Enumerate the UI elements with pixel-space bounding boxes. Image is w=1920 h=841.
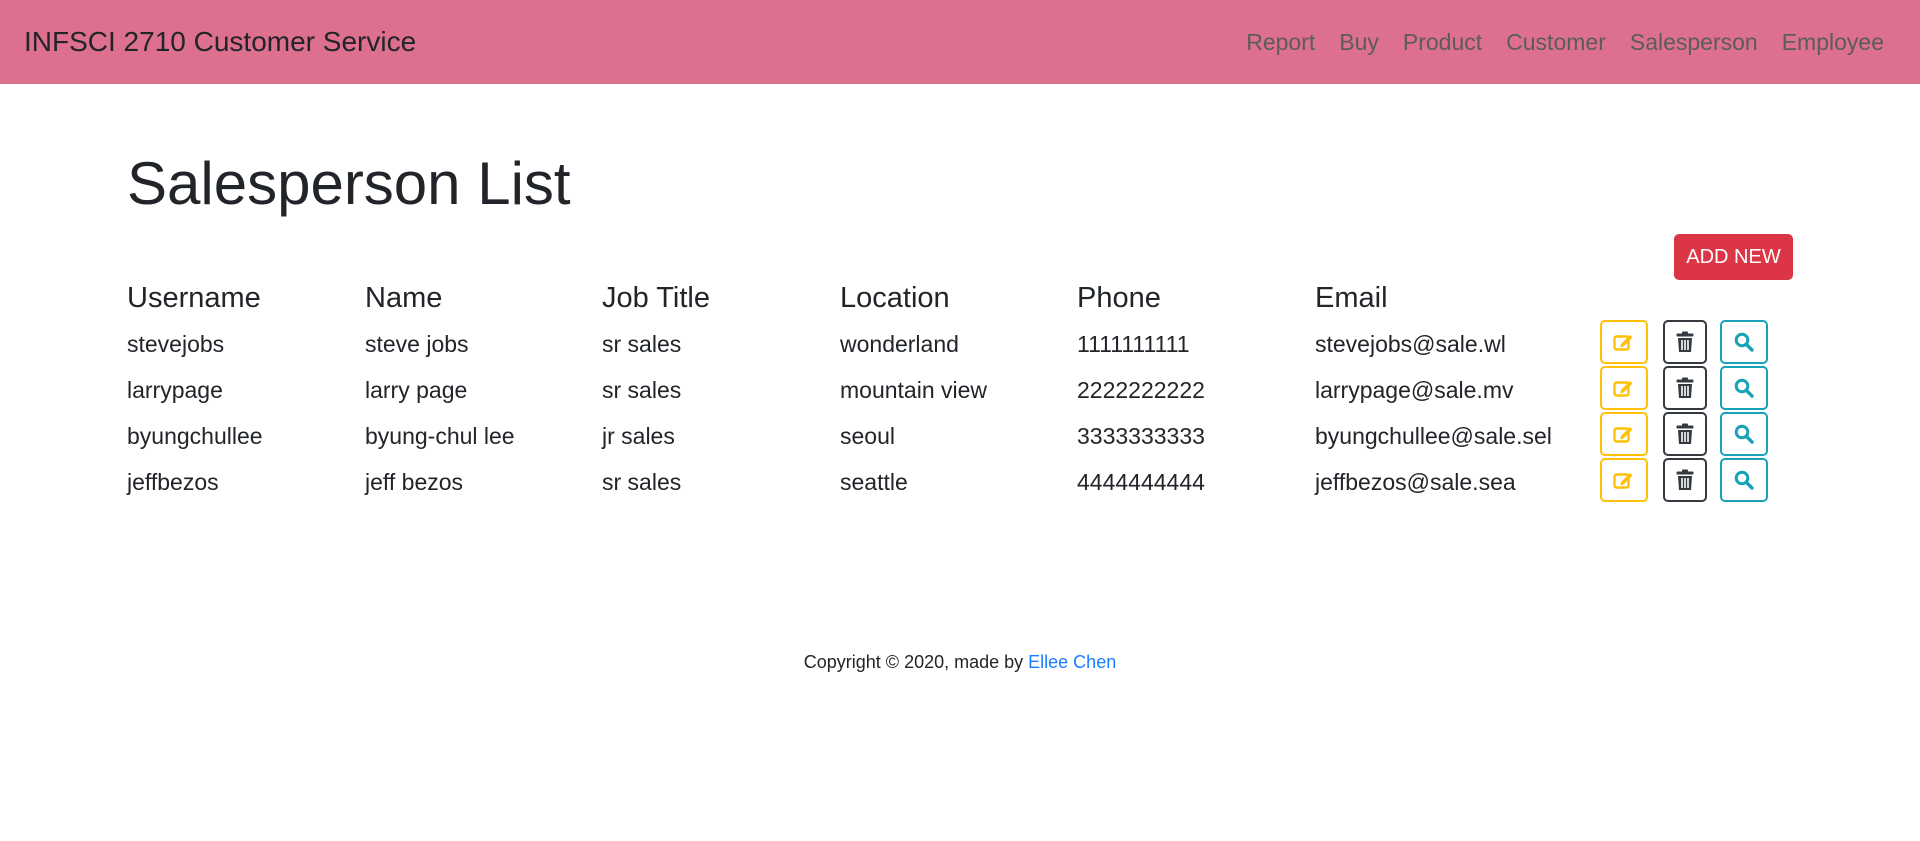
cell-phone: 3333333333 [1077, 423, 1205, 449]
top-navbar: INFSCI 2710 Customer Service Report Buy … [0, 0, 1920, 84]
cell-email: byungchullee@sale.sel [1315, 423, 1552, 449]
edit-button[interactable] [1600, 458, 1648, 502]
copyright-text: Copyright © 2020, made by [803, 652, 1029, 672]
edit-button[interactable] [1600, 320, 1648, 364]
nav-link-employee[interactable]: Employee [1770, 24, 1884, 60]
cell-job-title: sr sales [602, 331, 682, 357]
search-icon [1734, 378, 1754, 398]
delete-button[interactable] [1663, 458, 1707, 502]
edit-icon [1613, 470, 1635, 490]
nav-links: Report Buy Product Customer Salesperson … [1234, 24, 1884, 60]
trash-icon [1676, 469, 1694, 491]
page-title: Salesperson List [127, 150, 571, 217]
cell-name: jeff bezos [365, 469, 464, 495]
edit-icon [1613, 332, 1635, 352]
add-new-button[interactable]: ADD NEW [1674, 234, 1793, 280]
header-location: Location [840, 282, 950, 314]
delete-button[interactable] [1663, 366, 1707, 410]
cell-email: jeffbezos@sale.sea [1315, 469, 1516, 495]
trash-icon [1676, 423, 1694, 445]
footer: Copyright © 2020, made by Ellee Chen [0, 648, 1920, 676]
cell-email: larrypage@sale.mv [1315, 377, 1514, 403]
cell-phone: 1111111111 [1077, 331, 1190, 357]
view-button[interactable] [1720, 320, 1768, 364]
header-name: Name [365, 282, 443, 314]
author-link[interactable]: Ellee Chen [1028, 652, 1116, 672]
view-button[interactable] [1720, 458, 1768, 502]
cell-location: wonderland [840, 331, 959, 357]
cell-phone: 2222222222 [1077, 377, 1205, 403]
delete-button[interactable] [1663, 412, 1707, 456]
cell-username: jeffbezos [127, 469, 219, 495]
edit-button[interactable] [1600, 366, 1648, 410]
header-username: Username [127, 282, 261, 314]
cell-name: byung-chul lee [365, 423, 515, 449]
view-button[interactable] [1720, 366, 1768, 410]
cell-location: seoul [840, 423, 895, 449]
nav-link-product[interactable]: Product [1391, 24, 1494, 60]
cell-job-title: jr sales [602, 423, 675, 449]
edit-button[interactable] [1600, 412, 1648, 456]
header-job-title: Job Title [602, 282, 710, 314]
search-icon [1734, 470, 1754, 490]
header-phone: Phone [1077, 282, 1161, 314]
edit-icon [1613, 424, 1635, 444]
cell-username: larrypage [127, 377, 223, 403]
nav-link-customer[interactable]: Customer [1494, 24, 1618, 60]
cell-email: stevejobs@sale.wl [1315, 331, 1506, 357]
view-button[interactable] [1720, 412, 1768, 456]
cell-username: stevejobs [127, 331, 225, 357]
header-email: Email [1315, 282, 1388, 314]
cell-phone: 4444444444 [1077, 469, 1205, 495]
search-icon [1734, 424, 1754, 444]
cell-name: steve jobs [365, 331, 469, 357]
nav-link-salesperson[interactable]: Salesperson [1618, 24, 1770, 60]
cell-job-title: sr sales [602, 469, 682, 495]
cell-job-title: sr sales [602, 377, 682, 403]
nav-link-report[interactable]: Report [1234, 24, 1327, 60]
cell-location: seattle [840, 469, 908, 495]
search-icon [1734, 332, 1754, 352]
nav-link-buy[interactable]: Buy [1327, 24, 1391, 60]
cell-location: mountain view [840, 377, 988, 403]
delete-button[interactable] [1663, 320, 1707, 364]
edit-icon [1613, 378, 1635, 398]
cell-name: larry page [365, 377, 468, 403]
navbar-brand[interactable]: INFSCI 2710 Customer Service [24, 24, 416, 60]
trash-icon [1676, 377, 1694, 399]
trash-icon [1676, 331, 1694, 353]
cell-username: byungchullee [127, 423, 263, 449]
